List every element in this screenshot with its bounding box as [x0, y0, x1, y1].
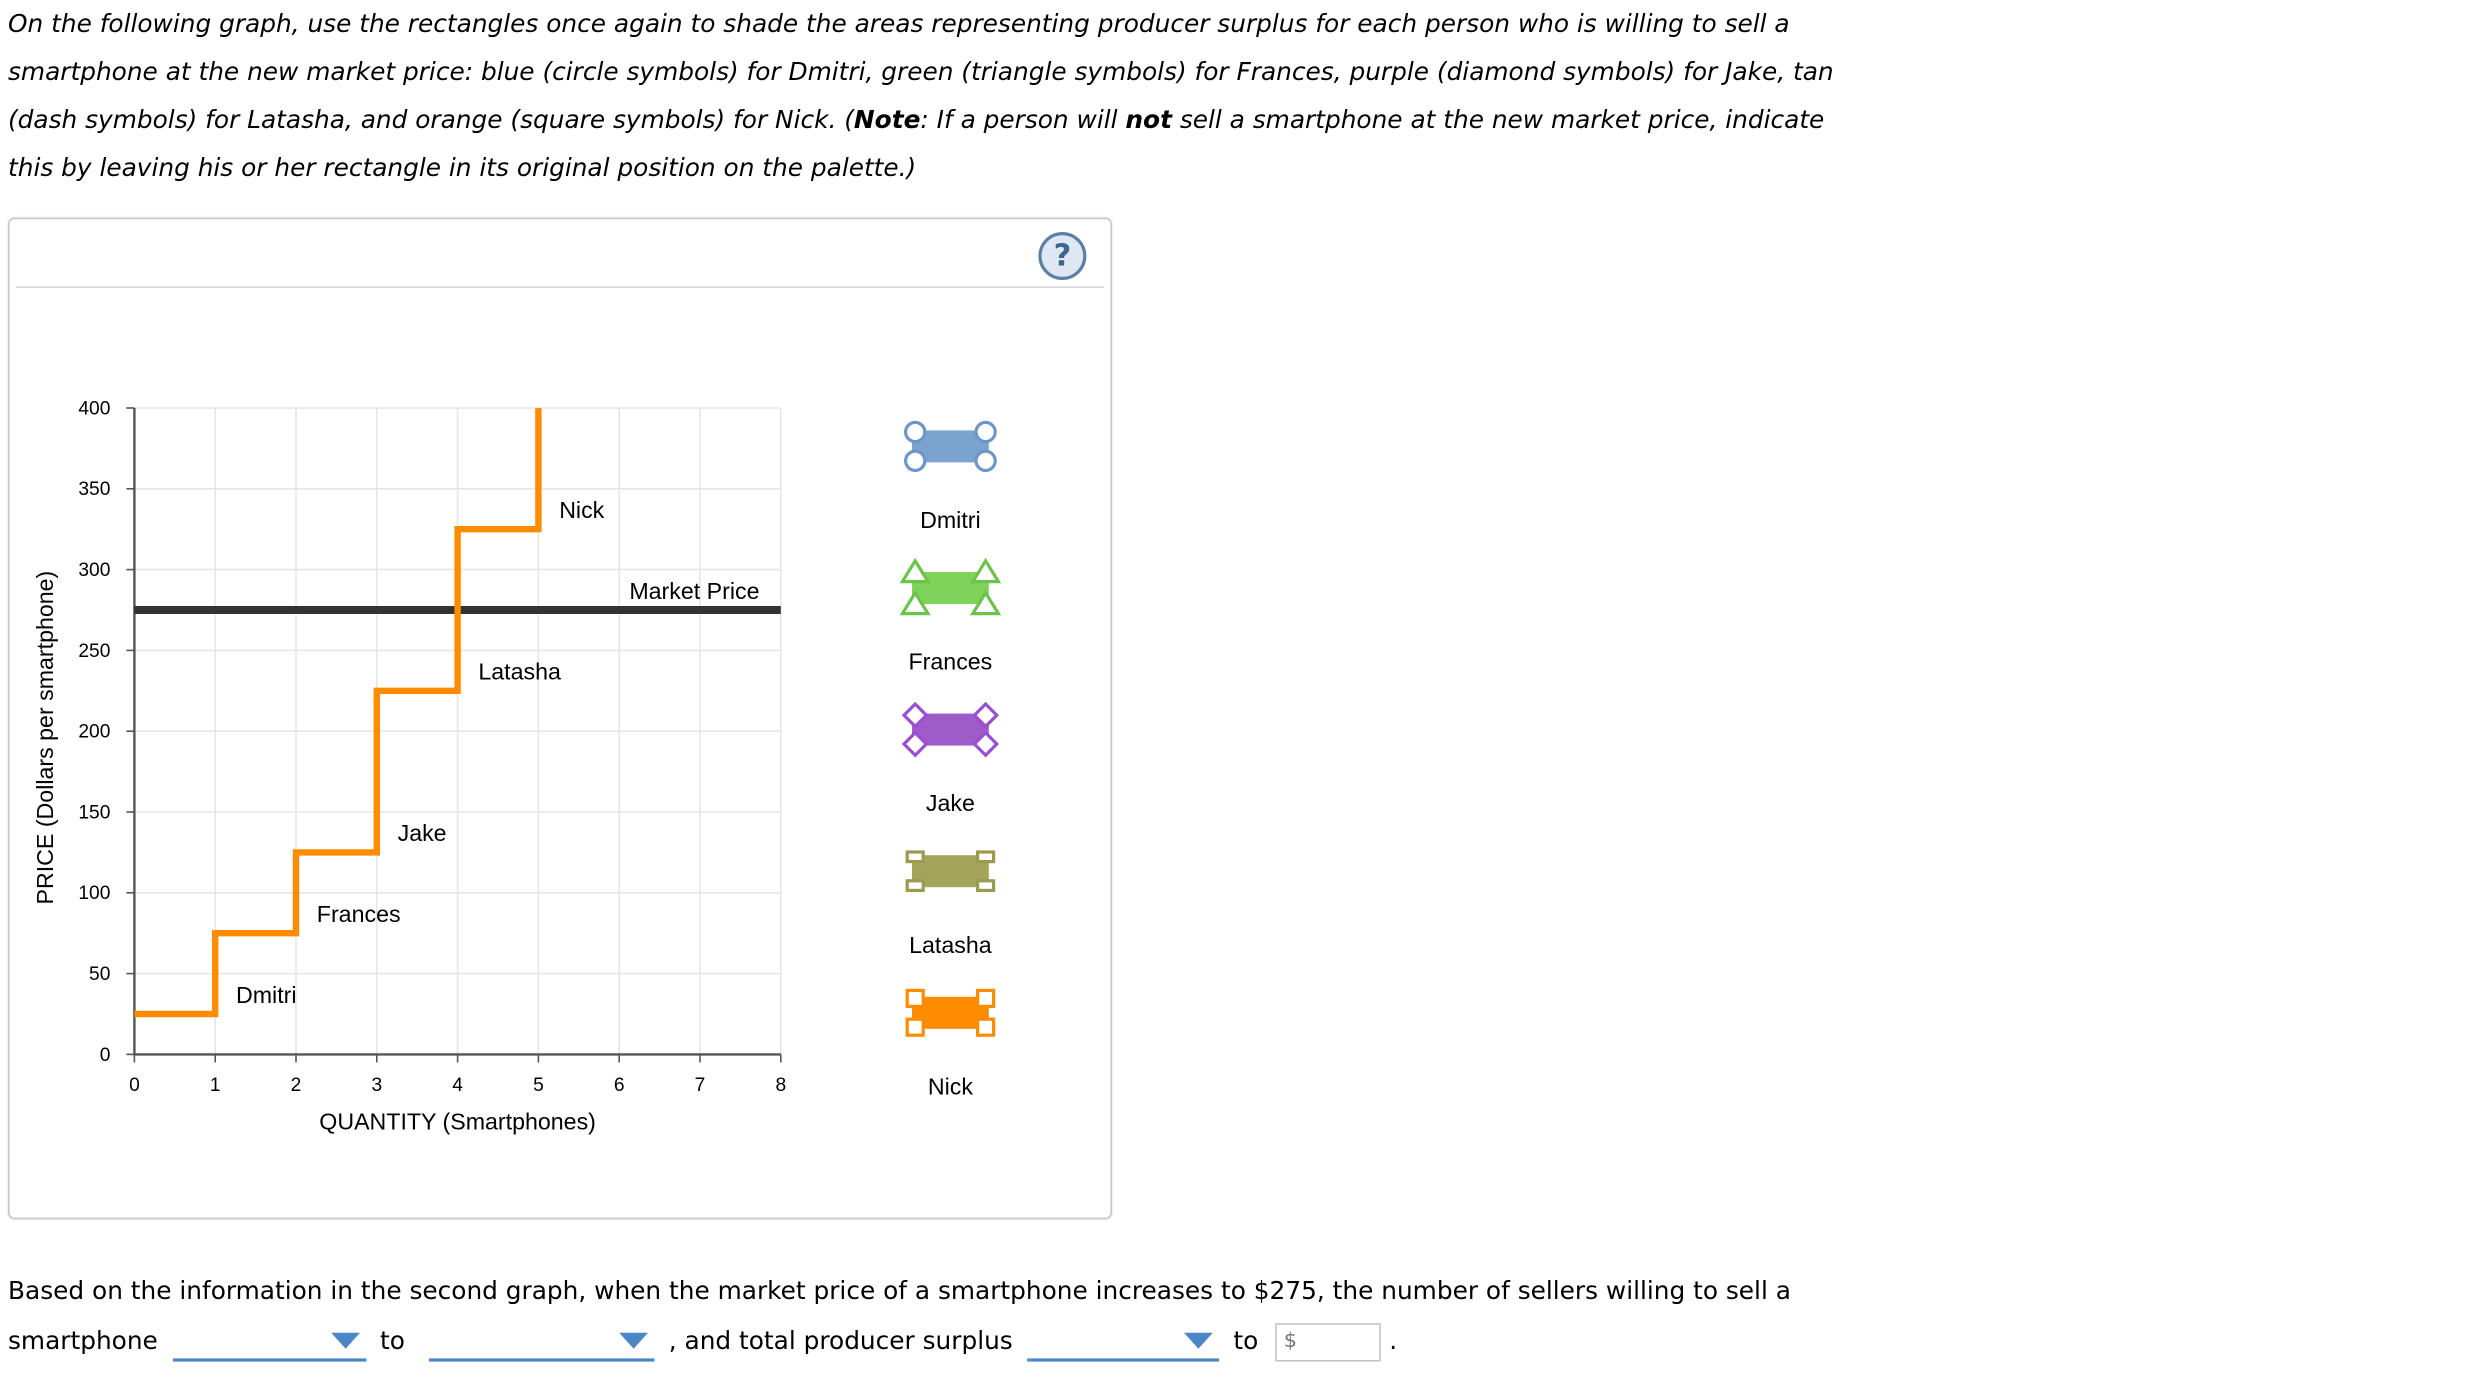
x-tick-label: 8: [775, 1075, 786, 1096]
question-text: , and total producer surplus: [668, 1326, 1013, 1356]
supply-step-label: Latasha: [478, 659, 561, 685]
question-line-1: Based on the information in the second g…: [8, 1276, 1791, 1306]
circle-icon: [904, 420, 927, 444]
question: Based on the information in the second g…: [8, 1267, 1791, 1366]
chevron-down-icon: [330, 1332, 360, 1348]
supply-step-label: Jake: [398, 820, 447, 846]
triangle-icon: [969, 557, 1002, 584]
square-icon: [905, 988, 925, 1009]
y-tick-label: 200: [78, 722, 110, 743]
chevron-down-icon: [619, 1332, 649, 1348]
circle-icon: [974, 449, 997, 473]
square-icon: [976, 1017, 996, 1037]
y-axis-title: PRICE (Dollars per smartphone): [32, 571, 58, 905]
question-text: smartphone: [8, 1326, 158, 1356]
circle-icon: [974, 420, 997, 444]
y-tick-label: 0: [100, 1045, 111, 1066]
circle-icon: [904, 449, 927, 473]
y-tick-label: 100: [78, 883, 110, 904]
dash-icon: [905, 850, 925, 864]
sellers-count-dropdown[interactable]: [428, 1322, 655, 1361]
producer-surplus-chart: 0 1 2 3 4 5 6 7 8 0 50 100 150 200 250 300 350 400 QUANTIT…: [32, 398, 1002, 1135]
square-icon: [905, 1017, 925, 1037]
dash-icon: [976, 879, 996, 893]
x-tick-label: 6: [614, 1075, 625, 1096]
y-tick-label: 400: [78, 398, 110, 419]
x-axis-title: QUANTITY (Smartphones): [319, 1109, 596, 1135]
palette-rect-jake[interactable]: [901, 701, 1000, 758]
x-tick-label: 5: [533, 1075, 544, 1096]
y-tick-label: 50: [89, 964, 110, 985]
palette-label: Latasha: [909, 932, 992, 958]
palette-rect-nick[interactable]: [905, 988, 996, 1037]
sellers-change-dropdown[interactable]: [172, 1322, 366, 1361]
y-tick-label: 300: [78, 560, 110, 581]
x-tick-label: 7: [695, 1075, 706, 1096]
x-tick-label: 2: [291, 1075, 302, 1096]
x-tick-label: 3: [371, 1075, 382, 1096]
triangle-icon: [899, 557, 931, 584]
palette-rect-dmitri[interactable]: [904, 420, 997, 473]
supply-step-label: Frances: [317, 901, 401, 927]
palette-label: Frances: [909, 649, 993, 675]
square-icon: [976, 988, 996, 1009]
palette-label: Dmitri: [920, 507, 981, 533]
x-tick-label: 4: [452, 1075, 463, 1096]
question-text: .: [1389, 1326, 1398, 1356]
palette-label: Jake: [926, 790, 975, 816]
market-price-label: Market Price: [629, 578, 759, 604]
question-text: to: [380, 1326, 405, 1356]
palette-label: Nick: [928, 1073, 973, 1099]
x-tick-label: 0: [129, 1075, 140, 1096]
dash-icon: [976, 850, 996, 864]
palette-rect-latasha[interactable]: [905, 850, 996, 893]
supply-step-label: Dmitri: [236, 982, 297, 1008]
x-tick-label: 1: [210, 1075, 221, 1096]
y-tick-label: 150: [78, 802, 110, 823]
y-tick-label: 350: [78, 479, 110, 500]
producer-surplus-input[interactable]: [1275, 1322, 1382, 1361]
palette-rect-frances[interactable]: [899, 557, 1002, 616]
chevron-down-icon: [1183, 1332, 1213, 1348]
y-tick-label: 250: [78, 641, 110, 662]
surplus-change-dropdown[interactable]: [1027, 1322, 1220, 1361]
dash-icon: [905, 879, 925, 893]
question-text: to: [1233, 1326, 1259, 1356]
supply-step-label: Nick: [559, 497, 604, 523]
